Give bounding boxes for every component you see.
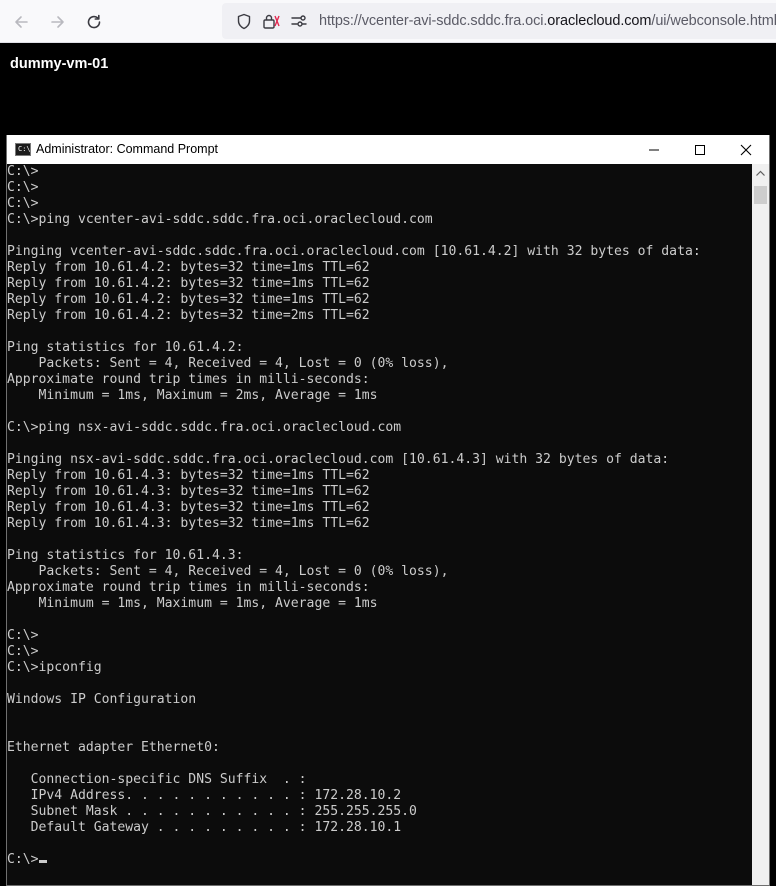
console-line: Reply from 10.61.4.2: bytes=32 time=1ms …	[7, 292, 370, 307]
address-bar[interactable]: https://vcenter-avi-sddc.sddc.fra.oci.or…	[222, 3, 776, 39]
reload-icon	[87, 14, 101, 29]
console-line: Minimum = 1ms, Maximum = 1ms, Average = …	[7, 596, 378, 611]
back-button[interactable]	[8, 9, 34, 35]
console-line: Approximate round trip times in milli-se…	[7, 580, 370, 595]
cmd-icon-text: C:\	[18, 145, 31, 153]
permissions-icon[interactable]	[290, 13, 308, 30]
console-text: C:\> C:\> C:\> C:\>ping vcenter-avi-sddc…	[7, 164, 752, 868]
reload-button[interactable]	[81, 9, 107, 35]
console-line: C:\>ipconfig	[7, 660, 102, 675]
forward-button[interactable]	[45, 9, 71, 35]
console-line: Reply from 10.61.4.3: bytes=32 time=1ms …	[7, 500, 370, 515]
url-text[interactable]: https://vcenter-avi-sddc.sddc.fra.oci.or…	[319, 13, 776, 29]
console-line: Reply from 10.61.4.2: bytes=32 time=1ms …	[7, 260, 370, 275]
console-line: Ping statistics for 10.61.4.2:	[7, 340, 244, 355]
console-line: C:\>ping vcenter-avi-sddc.sddc.fra.oci.o…	[7, 212, 433, 227]
url-suffix: /ui/webconsole.html?vm	[651, 13, 776, 29]
maximize-icon	[695, 144, 705, 155]
console-line: Subnet Mask . . . . . . . . . . . : 255.…	[7, 804, 417, 819]
console-line: Windows IP Configuration	[7, 692, 197, 707]
browser-toolbar: https://vcenter-avi-sddc.sddc.fra.oci.or…	[0, 0, 776, 43]
shield-icon[interactable]	[236, 13, 252, 30]
console-line: Reply from 10.61.4.3: bytes=32 time=1ms …	[7, 516, 370, 531]
console-line: Approximate round trip times in milli-se…	[7, 372, 370, 387]
console-line: C:\>ping nsx-avi-sddc.sddc.fra.oci.oracl…	[7, 420, 402, 435]
cmd-app-icon[interactable]: C:\	[15, 143, 31, 156]
console-line: Packets: Sent = 4, Received = 4, Lost = …	[7, 356, 449, 371]
vertical-scrollbar[interactable]	[752, 164, 769, 885]
close-icon	[740, 144, 752, 155]
console-line: Ping statistics for 10.61.4.3:	[7, 548, 244, 563]
scroll-up-button[interactable]	[752, 164, 769, 181]
console-line: Reply from 10.61.4.2: bytes=32 time=2ms …	[7, 308, 370, 323]
text-cursor	[38, 860, 47, 863]
console-line: Pinging nsx-avi-sddc.sddc.fra.oci.oracle…	[7, 452, 670, 467]
minimize-button[interactable]	[631, 135, 677, 164]
back-arrow-icon	[15, 16, 28, 28]
webconsole-header: dummy-vm-01	[0, 43, 776, 129]
maximize-button[interactable]	[677, 135, 723, 164]
window-titlebar[interactable]: C:\ Administrator: Command Prompt	[7, 135, 769, 164]
console-line: C:\>	[7, 180, 39, 195]
command-prompt-window[interactable]: C:\ Administrator: Command Prompt C:\> C…	[6, 135, 770, 886]
console-line: IPv4 Address. . . . . . . . . . . : 172.…	[7, 788, 402, 803]
lock-icon[interactable]	[262, 13, 280, 30]
console-line: C:\>	[7, 628, 39, 643]
console-line: Minimum = 1ms, Maximum = 2ms, Average = …	[7, 388, 378, 403]
console-line: Default Gateway . . . . . . . . . : 172.…	[7, 820, 402, 835]
url-domain: oraclecloud.com	[547, 13, 652, 29]
console-line: Ethernet adapter Ethernet0:	[7, 740, 220, 755]
scrollbar-thumb[interactable]	[754, 186, 767, 204]
console-line: Reply from 10.61.4.3: bytes=32 time=1ms …	[7, 468, 370, 483]
chevron-up-icon	[756, 170, 765, 176]
console-output[interactable]: C:\> C:\> C:\> C:\>ping vcenter-avi-sddc…	[7, 164, 752, 885]
url-prefix: https://vcenter-avi-sddc.sddc.fra.oci.	[319, 13, 548, 29]
console-line: C:\>	[7, 164, 39, 179]
minimize-icon	[649, 149, 659, 150]
console-line: Connection-specific DNS Suffix . :	[7, 772, 307, 787]
console-prompt: C:\>	[7, 852, 39, 867]
window-title: Administrator: Command Prompt	[36, 142, 219, 156]
console-line: C:\>	[7, 196, 39, 211]
console-line: Pinging vcenter-avi-sddc.sddc.fra.oci.or…	[7, 244, 701, 259]
console-line: Reply from 10.61.4.3: bytes=32 time=1ms …	[7, 484, 370, 499]
console-line: C:\>	[7, 644, 39, 659]
console-line: Reply from 10.61.4.2: bytes=32 time=1ms …	[7, 276, 370, 291]
close-button[interactable]	[723, 135, 769, 164]
forward-arrow-icon	[51, 16, 64, 28]
console-line: Packets: Sent = 4, Received = 4, Lost = …	[7, 564, 449, 579]
vm-name: dummy-vm-01	[10, 56, 109, 72]
